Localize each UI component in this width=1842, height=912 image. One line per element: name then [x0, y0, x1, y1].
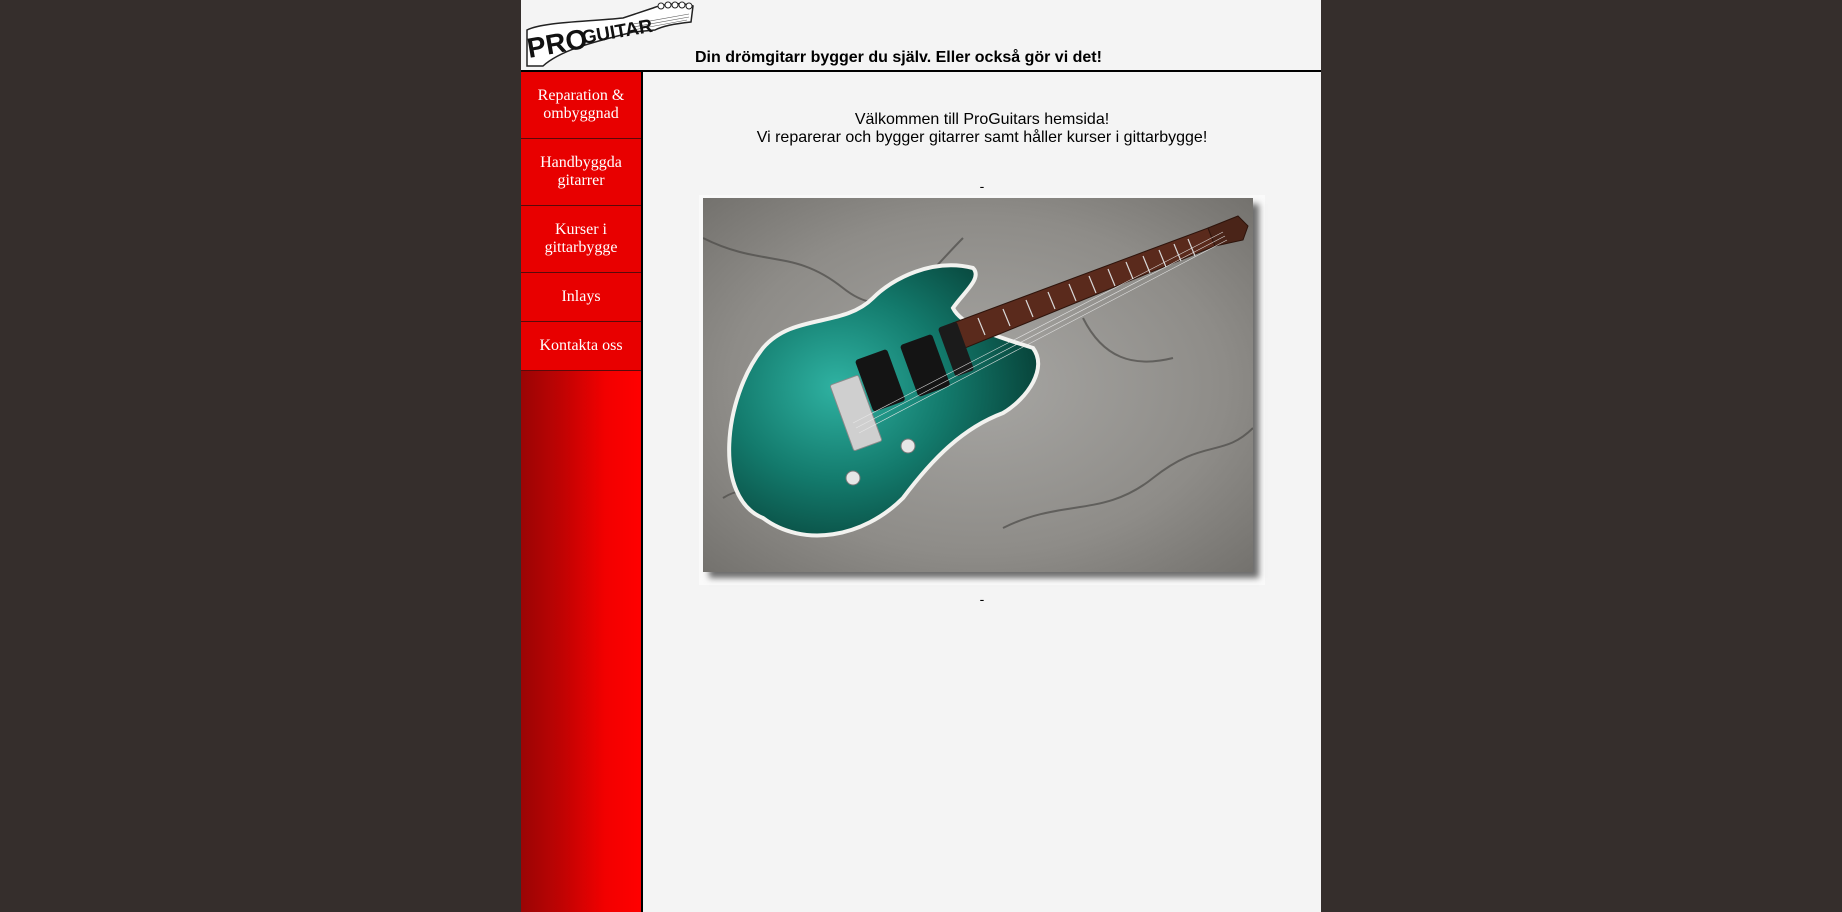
- page-container: PRO GUITAR Din drömgitarr bygger du själ…: [521, 0, 1321, 912]
- sidebar-nav: Reparation & ombyggnad Handbyggda gitarr…: [521, 72, 643, 912]
- nav-item-kurser[interactable]: Kurser i gittarbygge: [521, 206, 641, 273]
- nav-item-label: Handbyggda gitarrer: [528, 154, 634, 190]
- nav-label-line2: ombyggnad: [543, 105, 619, 122]
- nav-item-label: Kurser i gittarbygge: [533, 221, 630, 257]
- nav-item-inlays[interactable]: Inlays: [521, 273, 641, 322]
- main-content: Välkommen till ProGuitars hemsida! Vi re…: [643, 72, 1321, 912]
- site-tagline: Din drömgitarr bygger du själv. Eller oc…: [695, 49, 1102, 66]
- site-header: PRO GUITAR Din drömgitarr bygger du själ…: [521, 0, 1321, 72]
- nav-label-line2: gitarrer: [557, 172, 605, 189]
- nav-item-label: Kontakta oss: [539, 337, 623, 354]
- guitar-photo: [703, 198, 1253, 572]
- nav-label-line1: Kurser i: [555, 221, 607, 238]
- welcome-line-2: Vi reparerar och bygger gitarrer samt hå…: [756, 129, 1208, 146]
- guitar-headstock-icon: PRO GUITAR: [525, 1, 694, 67]
- nav-item-handbyggda[interactable]: Handbyggda gitarrer: [521, 139, 641, 206]
- nav-item-reparation[interactable]: Reparation & ombyggnad: [521, 72, 641, 139]
- nav-item-label: Inlays: [561, 288, 601, 305]
- welcome-line-1: Välkommen till ProGuitars hemsida!: [854, 111, 1110, 128]
- guitar-photo-image: [703, 198, 1253, 572]
- nav-label-line2: gittarbygge: [544, 239, 618, 256]
- proguitar-logo[interactable]: PRO GUITAR: [523, 0, 695, 70]
- nav-label-line1: Reparation &: [537, 87, 625, 104]
- nav-label-line1: Handbyggda: [540, 154, 622, 171]
- photo-frame: [699, 195, 1265, 585]
- separator-bottom: -: [979, 591, 985, 607]
- separator-top: -: [979, 178, 985, 194]
- nav-item-kontakta[interactable]: Kontakta oss: [521, 322, 641, 371]
- nav-item-label: Reparation & ombyggnad: [526, 87, 637, 123]
- welcome-text: Välkommen till ProGuitars hemsida! Vi re…: [643, 111, 1321, 147]
